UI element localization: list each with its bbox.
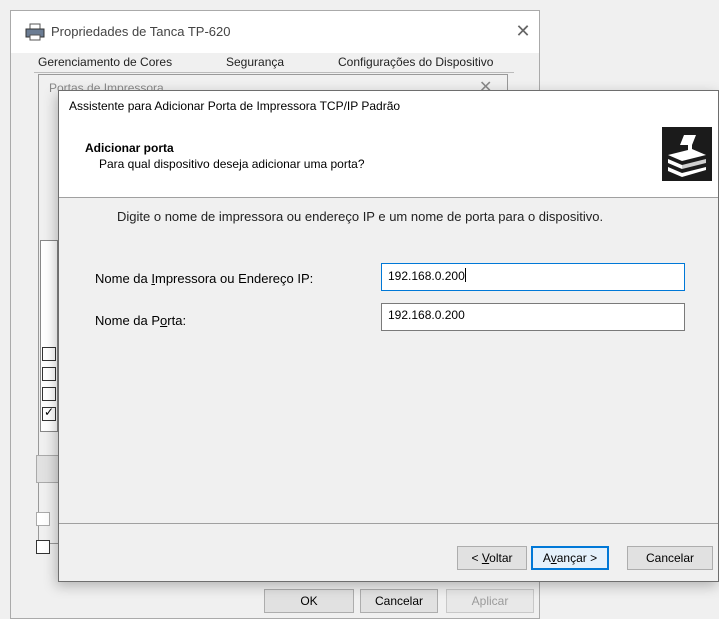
network-printer-icon	[662, 127, 712, 181]
wizard-title: Assistente para Adicionar Porta de Impre…	[69, 99, 401, 113]
footer-divider	[59, 523, 718, 524]
header-subtitle: Para qual dispositivo deseja adicionar u…	[99, 157, 365, 171]
ports-list[interactable]	[40, 240, 58, 432]
tab-security[interactable]: Segurança	[226, 52, 284, 72]
close-icon[interactable]: ✕	[511, 21, 535, 42]
port-checkbox[interactable]	[42, 347, 56, 361]
tab-divider	[34, 72, 514, 73]
port-name-input[interactable]: 192.168.0.200	[381, 303, 685, 331]
tab-color-management[interactable]: Gerenciamento de Cores	[38, 52, 172, 72]
ok-button[interactable]: OK	[264, 589, 354, 613]
port-name-label: Nome da Porta:	[95, 313, 187, 328]
next-button[interactable]: Avançar >	[531, 546, 609, 570]
apply-button[interactable]: Aplicar	[446, 589, 534, 613]
port-checkbox[interactable]	[42, 387, 56, 401]
instruction-text: Digite o nome de impressora ou endereço …	[117, 209, 604, 224]
port-checkbox[interactable]	[42, 367, 56, 381]
back-button[interactable]: < Voltar	[457, 546, 527, 570]
cancel-button[interactable]: Cancelar	[627, 546, 713, 570]
header-title: Adicionar porta	[85, 141, 174, 155]
option-checkbox[interactable]	[36, 540, 50, 554]
add-port-wizard: Assistente para Adicionar Porta de Impre…	[58, 90, 719, 582]
window-title: Propriedades de Tanca TP-620	[51, 24, 231, 39]
port-checkbox-checked[interactable]	[42, 405, 56, 421]
text-caret	[464, 268, 466, 282]
cancel-button[interactable]: Cancelar	[360, 589, 438, 613]
printer-address-input[interactable]: 192.168.0.200	[381, 263, 685, 291]
printer-icon	[25, 23, 45, 41]
option-checkbox[interactable]	[36, 512, 50, 526]
tab-device-settings[interactable]: Configurações do Dispositivo	[338, 52, 493, 72]
printer-name-label: Nome da Impressora ou Endereço IP:	[95, 271, 314, 286]
